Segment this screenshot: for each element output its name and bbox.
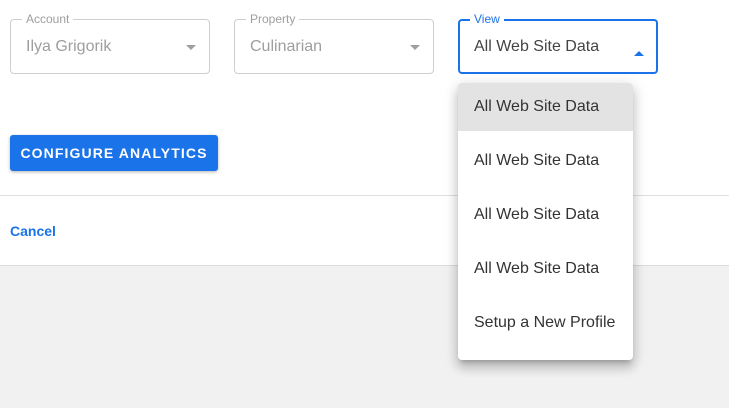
configure-analytics-button[interactable]: CONFIGURE ANALYTICS — [10, 135, 218, 171]
property-label: Property — [246, 12, 300, 26]
view-option[interactable]: All Web Site Data — [458, 245, 633, 293]
view-label: View — [470, 12, 504, 26]
dropdown-arrow-up-icon — [634, 51, 644, 56]
account-label: Account — [22, 12, 74, 26]
dropdown-arrow-icon — [410, 45, 420, 50]
account-value: Ilya Grigorik — [26, 38, 112, 55]
view-option[interactable]: All Web Site Data — [458, 191, 633, 239]
property-select[interactable]: Property Culinarian — [234, 12, 434, 74]
property-value: Culinarian — [250, 38, 323, 55]
view-select[interactable]: View All Web Site Data — [458, 12, 658, 74]
setup-new-profile-option[interactable]: Setup a New Profile — [458, 299, 633, 347]
view-option[interactable]: All Web Site Data — [458, 83, 633, 131]
cancel-link[interactable]: Cancel — [10, 223, 56, 239]
dropdown-arrow-icon — [186, 45, 196, 50]
view-options-menu: All Web Site Data All Web Site Data All … — [458, 83, 633, 360]
view-value: All Web Site Data — [474, 38, 600, 55]
view-option[interactable]: All Web Site Data — [458, 137, 633, 185]
account-select[interactable]: Account Ilya Grigorik — [10, 12, 210, 74]
